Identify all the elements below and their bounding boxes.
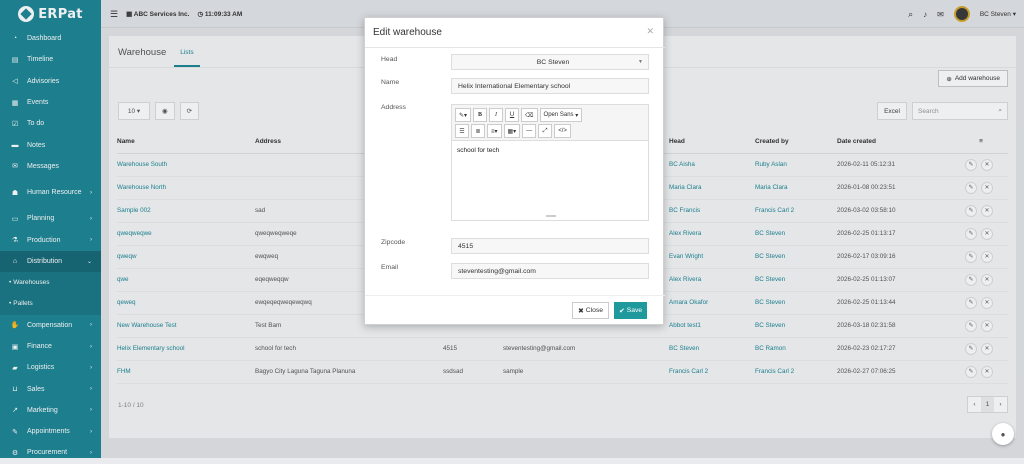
modal-title: Edit warehouse (373, 27, 442, 38)
chevron-down-icon: ▼ (638, 59, 643, 65)
numbered-list-icon[interactable]: ≣ (471, 124, 485, 138)
name-field[interactable]: Helix International Elementary school (451, 78, 649, 94)
close-icon: ✖ (578, 307, 584, 315)
divider (365, 295, 665, 296)
address-editor: ✎▾ B I U ⌫ Open Sans ▾ ☰ ≣ ≡▾ ▦▾ — ⤢ </>… (451, 104, 649, 221)
font-select[interactable]: Open Sans ▾ (539, 108, 583, 122)
code-view-icon[interactable]: </> (554, 124, 571, 138)
head-select[interactable]: BC Steven ▼ (451, 54, 649, 70)
email-field[interactable]: steventesting@gmail.com (451, 263, 649, 279)
edit-warehouse-modal: Edit warehouse ✕ Head BC Steven ▼ Name H… (364, 17, 665, 325)
zipcode-field[interactable]: 4515 (451, 238, 649, 254)
magic-wand-icon[interactable]: ✎▾ (455, 108, 472, 122)
bullet-list-icon[interactable]: ☰ (455, 124, 469, 138)
check-circle-icon: ✔ (619, 307, 625, 315)
editor-toolbar: ✎▾ B I U ⌫ Open Sans ▾ ☰ ≣ ≡▾ ▦▾ — ⤢ </> (452, 105, 648, 141)
align-icon[interactable]: ≡▾ (487, 124, 502, 138)
bold-button[interactable]: B (473, 108, 488, 122)
table-icon[interactable]: ▦▾ (503, 124, 521, 138)
head-label: Head (381, 56, 398, 63)
address-label: Address (381, 104, 406, 111)
close-icon[interactable]: ✕ (646, 26, 654, 37)
zipcode-label: Zipcode (381, 239, 406, 246)
eraser-icon[interactable]: ⌫ (521, 108, 538, 122)
resize-handle[interactable] (546, 215, 556, 217)
divider (365, 47, 665, 48)
horizontal-rule-icon[interactable]: — (522, 124, 537, 138)
italic-button[interactable]: I (489, 108, 504, 122)
name-label: Name (381, 79, 400, 86)
save-button[interactable]: ✔ Save (614, 302, 648, 319)
underline-button[interactable]: U (505, 108, 520, 122)
address-editor-content[interactable]: school for tech (452, 141, 648, 160)
email-label: Email (381, 264, 398, 271)
close-button[interactable]: ✖ Close (572, 302, 610, 319)
fullscreen-icon[interactable]: ⤢ (538, 124, 553, 138)
chat-icon[interactable]: ● (992, 423, 1014, 445)
